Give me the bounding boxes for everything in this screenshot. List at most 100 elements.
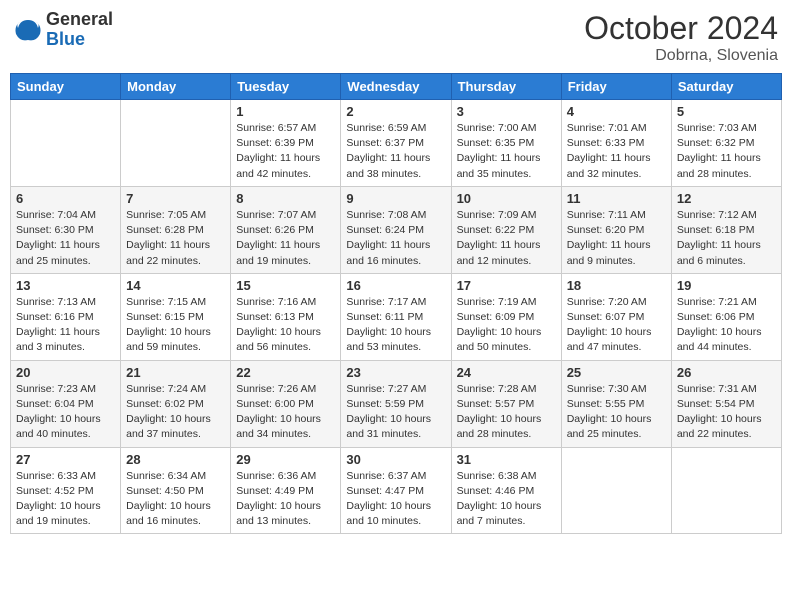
daylight-hours: Daylight: 11 hours and 28 minutes.	[677, 152, 761, 179]
day-number: 20	[16, 365, 115, 380]
day-detail: Sunrise: 7:04 AM Sunset: 6:30 PM Dayligh…	[16, 208, 115, 269]
col-friday: Friday	[561, 74, 671, 100]
col-tuesday: Tuesday	[231, 74, 341, 100]
sunset-time: Sunset: 4:47 PM	[346, 485, 424, 497]
col-saturday: Saturday	[671, 74, 781, 100]
location-subtitle: Dobrna, Slovenia	[584, 47, 778, 65]
table-row: 9 Sunrise: 7:08 AM Sunset: 6:24 PM Dayli…	[341, 186, 451, 273]
sunrise-time: Sunrise: 7:27 AM	[346, 383, 426, 395]
table-row: 16 Sunrise: 7:17 AM Sunset: 6:11 PM Dayl…	[341, 273, 451, 360]
day-detail: Sunrise: 7:00 AM Sunset: 6:35 PM Dayligh…	[457, 121, 556, 182]
day-detail: Sunrise: 7:15 AM Sunset: 6:15 PM Dayligh…	[126, 295, 225, 356]
table-row: 2 Sunrise: 6:59 AM Sunset: 6:37 PM Dayli…	[341, 100, 451, 187]
sunset-time: Sunset: 6:28 PM	[126, 224, 204, 236]
daylight-hours: Daylight: 10 hours and 40 minutes.	[16, 413, 101, 440]
table-row: 14 Sunrise: 7:15 AM Sunset: 6:15 PM Dayl…	[121, 273, 231, 360]
calendar-week-row: 1 Sunrise: 6:57 AM Sunset: 6:39 PM Dayli…	[11, 100, 782, 187]
table-row: 8 Sunrise: 7:07 AM Sunset: 6:26 PM Dayli…	[231, 186, 341, 273]
day-number: 28	[126, 452, 225, 467]
daylight-hours: Daylight: 11 hours and 3 minutes.	[16, 326, 100, 353]
sunset-time: Sunset: 6:00 PM	[236, 398, 314, 410]
day-number: 8	[236, 191, 335, 206]
sunrise-time: Sunrise: 7:28 AM	[457, 383, 537, 395]
table-row	[671, 447, 781, 534]
daylight-hours: Daylight: 10 hours and 7 minutes.	[457, 500, 542, 527]
day-detail: Sunrise: 7:21 AM Sunset: 6:06 PM Dayligh…	[677, 295, 776, 356]
sunset-time: Sunset: 6:07 PM	[567, 311, 645, 323]
sunset-time: Sunset: 5:59 PM	[346, 398, 424, 410]
day-number: 19	[677, 278, 776, 293]
sunset-time: Sunset: 4:50 PM	[126, 485, 204, 497]
daylight-hours: Daylight: 10 hours and 22 minutes.	[677, 413, 762, 440]
sunrise-time: Sunrise: 6:33 AM	[16, 470, 96, 482]
table-row: 23 Sunrise: 7:27 AM Sunset: 5:59 PM Dayl…	[341, 360, 451, 447]
day-detail: Sunrise: 7:27 AM Sunset: 5:59 PM Dayligh…	[346, 382, 445, 443]
sunrise-time: Sunrise: 7:05 AM	[126, 209, 206, 221]
sunrise-time: Sunrise: 6:34 AM	[126, 470, 206, 482]
sunset-time: Sunset: 5:55 PM	[567, 398, 645, 410]
day-number: 1	[236, 104, 335, 119]
day-number: 7	[126, 191, 225, 206]
sunrise-time: Sunrise: 6:38 AM	[457, 470, 537, 482]
sunset-time: Sunset: 6:06 PM	[677, 311, 755, 323]
table-row: 31 Sunrise: 6:38 AM Sunset: 4:46 PM Dayl…	[451, 447, 561, 534]
table-row: 12 Sunrise: 7:12 AM Sunset: 6:18 PM Dayl…	[671, 186, 781, 273]
calendar-week-row: 27 Sunrise: 6:33 AM Sunset: 4:52 PM Dayl…	[11, 447, 782, 534]
sunrise-time: Sunrise: 7:01 AM	[567, 122, 647, 134]
sunrise-time: Sunrise: 7:24 AM	[126, 383, 206, 395]
col-wednesday: Wednesday	[341, 74, 451, 100]
daylight-hours: Daylight: 11 hours and 19 minutes.	[236, 239, 320, 266]
daylight-hours: Daylight: 11 hours and 22 minutes.	[126, 239, 210, 266]
day-detail: Sunrise: 7:26 AM Sunset: 6:00 PM Dayligh…	[236, 382, 335, 443]
day-number: 25	[567, 365, 666, 380]
day-number: 21	[126, 365, 225, 380]
day-number: 17	[457, 278, 556, 293]
day-detail: Sunrise: 7:31 AM Sunset: 5:54 PM Dayligh…	[677, 382, 776, 443]
day-number: 9	[346, 191, 445, 206]
day-number: 5	[677, 104, 776, 119]
daylight-hours: Daylight: 10 hours and 44 minutes.	[677, 326, 762, 353]
day-number: 18	[567, 278, 666, 293]
day-detail: Sunrise: 7:23 AM Sunset: 6:04 PM Dayligh…	[16, 382, 115, 443]
day-detail: Sunrise: 7:07 AM Sunset: 6:26 PM Dayligh…	[236, 208, 335, 269]
sunset-time: Sunset: 6:26 PM	[236, 224, 314, 236]
sunrise-time: Sunrise: 6:59 AM	[346, 122, 426, 134]
col-sunday: Sunday	[11, 74, 121, 100]
daylight-hours: Daylight: 10 hours and 37 minutes.	[126, 413, 211, 440]
table-row: 25 Sunrise: 7:30 AM Sunset: 5:55 PM Dayl…	[561, 360, 671, 447]
day-detail: Sunrise: 7:20 AM Sunset: 6:07 PM Dayligh…	[567, 295, 666, 356]
table-row	[121, 100, 231, 187]
daylight-hours: Daylight: 11 hours and 25 minutes.	[16, 239, 100, 266]
calendar-week-row: 13 Sunrise: 7:13 AM Sunset: 6:16 PM Dayl…	[11, 273, 782, 360]
daylight-hours: Daylight: 10 hours and 47 minutes.	[567, 326, 652, 353]
table-row: 27 Sunrise: 6:33 AM Sunset: 4:52 PM Dayl…	[11, 447, 121, 534]
sunset-time: Sunset: 6:33 PM	[567, 137, 645, 149]
daylight-hours: Daylight: 11 hours and 38 minutes.	[346, 152, 430, 179]
day-number: 6	[16, 191, 115, 206]
daylight-hours: Daylight: 10 hours and 13 minutes.	[236, 500, 321, 527]
daylight-hours: Daylight: 11 hours and 35 minutes.	[457, 152, 541, 179]
day-detail: Sunrise: 6:33 AM Sunset: 4:52 PM Dayligh…	[16, 469, 115, 530]
col-thursday: Thursday	[451, 74, 561, 100]
day-detail: Sunrise: 7:19 AM Sunset: 6:09 PM Dayligh…	[457, 295, 556, 356]
daylight-hours: Daylight: 11 hours and 12 minutes.	[457, 239, 541, 266]
table-row: 6 Sunrise: 7:04 AM Sunset: 6:30 PM Dayli…	[11, 186, 121, 273]
logo-text: General Blue	[46, 10, 113, 50]
table-row	[561, 447, 671, 534]
sunset-time: Sunset: 6:09 PM	[457, 311, 535, 323]
daylight-hours: Daylight: 10 hours and 31 minutes.	[346, 413, 431, 440]
day-number: 10	[457, 191, 556, 206]
sunset-time: Sunset: 6:13 PM	[236, 311, 314, 323]
sunrise-time: Sunrise: 7:08 AM	[346, 209, 426, 221]
sunset-time: Sunset: 4:49 PM	[236, 485, 314, 497]
sunrise-time: Sunrise: 7:31 AM	[677, 383, 757, 395]
calendar-header-row: Sunday Monday Tuesday Wednesday Thursday…	[11, 74, 782, 100]
daylight-hours: Daylight: 10 hours and 10 minutes.	[346, 500, 431, 527]
sunrise-time: Sunrise: 7:20 AM	[567, 296, 647, 308]
sunset-time: Sunset: 6:04 PM	[16, 398, 94, 410]
table-row: 28 Sunrise: 6:34 AM Sunset: 4:50 PM Dayl…	[121, 447, 231, 534]
logo: General Blue	[14, 10, 113, 50]
day-number: 23	[346, 365, 445, 380]
day-detail: Sunrise: 6:38 AM Sunset: 4:46 PM Dayligh…	[457, 469, 556, 530]
sunset-time: Sunset: 5:57 PM	[457, 398, 535, 410]
